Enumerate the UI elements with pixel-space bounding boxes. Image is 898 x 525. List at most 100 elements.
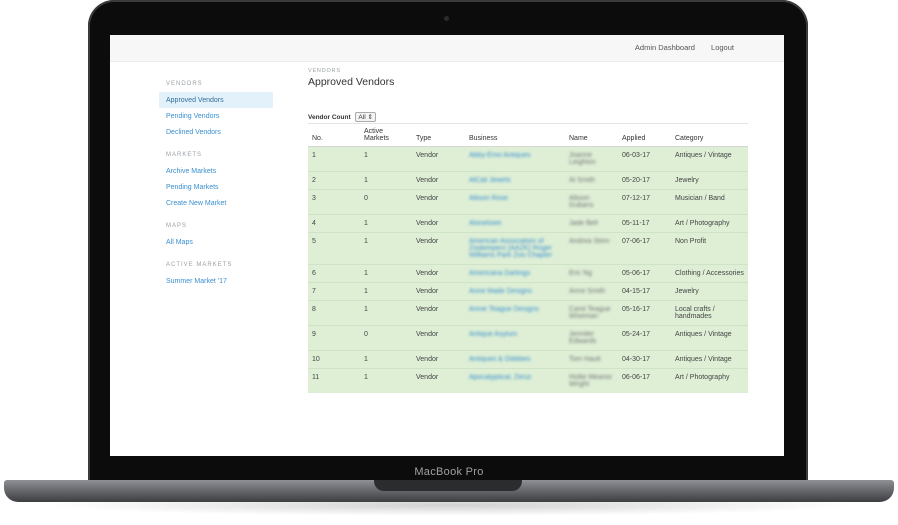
cell-category: Non Profit bbox=[671, 232, 748, 265]
cell-type: Vendor bbox=[412, 282, 465, 301]
cell-category: Art / Photography bbox=[671, 214, 748, 233]
cell-business[interactable]: Allison Rose bbox=[465, 189, 565, 215]
cell-active: 1 bbox=[360, 350, 412, 369]
cell-type: Vendor bbox=[412, 264, 465, 283]
breadcrumb: VENDORS bbox=[308, 68, 341, 74]
cell-name: Allison Gubans bbox=[565, 189, 618, 215]
cell-no: 10 bbox=[308, 350, 360, 369]
cell-no: 4 bbox=[308, 214, 360, 233]
table-row[interactable]: 8 1 Vendor Annie Teague Designs Carol Teague… bbox=[308, 300, 748, 326]
cell-applied: 04-30-17 bbox=[618, 350, 671, 369]
cell-active: 1 bbox=[360, 264, 412, 283]
cell-no: 9 bbox=[308, 325, 360, 351]
cell-applied: 05-11-17 bbox=[618, 214, 671, 233]
cell-active: 1 bbox=[360, 282, 412, 301]
cell-no: 1 bbox=[308, 146, 360, 172]
laptop-notch bbox=[374, 480, 522, 491]
cell-active: 1 bbox=[360, 146, 412, 172]
vendor-count-label: Vendor Count bbox=[308, 114, 351, 121]
cell-applied: 04-15-17 bbox=[618, 282, 671, 301]
cell-name: Andrea Stein bbox=[565, 232, 618, 265]
cell-no: 3 bbox=[308, 189, 360, 215]
cell-applied: 06-03-17 bbox=[618, 146, 671, 172]
column-header-category[interactable]: Category bbox=[671, 123, 748, 147]
table-row[interactable]: 2 1 Vendor AlCali Jewels Al Smith 05-20-17 Jew… bbox=[308, 171, 748, 190]
cell-name: Eric Ng bbox=[565, 264, 618, 283]
cell-name: Tom Hault bbox=[565, 350, 618, 369]
cell-category: Musician / Band bbox=[671, 189, 748, 215]
cell-category: Local crafts / handmades bbox=[671, 300, 748, 326]
sidebar-item-archive-markets[interactable]: Archive Markets bbox=[159, 163, 273, 179]
main-content: VENDORS Approved Vendors Vendor Count Al… bbox=[308, 68, 748, 393]
column-header-active-markets[interactable]: Active Markets bbox=[360, 123, 412, 147]
sidebar-item-approved-vendors[interactable]: Approved Vendors bbox=[159, 92, 273, 108]
table-header-row: No. Active Markets Type Business Name Ap… bbox=[308, 123, 748, 147]
table-row[interactable]: 10 1 Vendor Antiques & Oddities Tom Hault 04-… bbox=[308, 350, 748, 369]
cell-active: 1 bbox=[360, 214, 412, 233]
vendor-count-select[interactable]: All ⇕ bbox=[355, 112, 376, 122]
cell-name: Joanne Leighton bbox=[565, 146, 618, 172]
column-header-no[interactable]: No. bbox=[308, 123, 360, 147]
cell-category: Art / Photography bbox=[671, 368, 748, 393]
table-row[interactable]: 1 1 Vendor Abby-Emo Antiques Joanne Leighton… bbox=[308, 146, 748, 172]
table-row[interactable]: 3 0 Vendor Allison Rose Allison Gubans 07-12-… bbox=[308, 189, 748, 215]
cell-business[interactable]: Americana Darlings bbox=[465, 264, 565, 283]
cell-business[interactable]: Antique Asylum bbox=[465, 325, 565, 351]
cell-category: Antiques / Vintage bbox=[671, 146, 748, 172]
column-header-type[interactable]: Type bbox=[412, 123, 465, 147]
cell-business[interactable]: Anne Made Designs bbox=[465, 282, 565, 301]
cell-category: Clothing / Accessories bbox=[671, 264, 748, 283]
cell-applied: 05-20-17 bbox=[618, 171, 671, 190]
cell-type: Vendor bbox=[412, 368, 465, 393]
cell-active: 1 bbox=[360, 232, 412, 265]
cell-business[interactable]: Antiques & Oddities bbox=[465, 350, 565, 369]
cell-type: Vendor bbox=[412, 300, 465, 326]
cell-no: 2 bbox=[308, 171, 360, 190]
table-row[interactable]: 11 1 Vendor Apocalyptical, Zenzi Hollie Mean… bbox=[308, 368, 748, 393]
cell-type: Vendor bbox=[412, 146, 465, 172]
cell-applied: 06-06-17 bbox=[618, 368, 671, 393]
cell-business[interactable]: Abby-Emo Antiques bbox=[465, 146, 565, 172]
cell-name: Hollie Meanor Wright bbox=[565, 368, 618, 393]
sidebar-item-declined-vendors[interactable]: Declined Vendors bbox=[159, 124, 273, 140]
table-row[interactable]: 7 1 Vendor Anne Made Designs Anne Smith 04-15… bbox=[308, 282, 748, 301]
column-header-applied[interactable]: Applied bbox=[618, 123, 671, 147]
cell-business[interactable]: Alonetown bbox=[465, 214, 565, 233]
cell-no: 6 bbox=[308, 264, 360, 283]
sidebar-item-all-maps[interactable]: All Maps bbox=[159, 234, 273, 250]
sidebar-heading-maps: MAPS bbox=[166, 223, 188, 229]
cell-category: Jewelry bbox=[671, 282, 748, 301]
sidebar-heading-vendors: VENDORS bbox=[166, 81, 203, 87]
admin-dashboard-link[interactable]: Admin Dashboard bbox=[635, 43, 695, 52]
sidebar-heading-markets: MARKETS bbox=[166, 152, 203, 158]
sidebar-item-pending-vendors[interactable]: Pending Vendors bbox=[159, 108, 273, 124]
cell-applied: 07-06-17 bbox=[618, 232, 671, 265]
camera-icon bbox=[444, 16, 449, 21]
sidebar-item-create-new-market[interactable]: Create New Market bbox=[159, 195, 273, 211]
top-nav-links: Admin Dashboard Logout bbox=[621, 43, 734, 52]
cell-applied: 05-24-17 bbox=[618, 325, 671, 351]
table-row[interactable]: 4 1 Vendor Alonetown Jade Bell 05-11-17 Art / … bbox=[308, 214, 748, 233]
cell-business[interactable]: AlCali Jewels bbox=[465, 171, 565, 190]
sidebar-item-summer-market[interactable]: Summer Market '17 bbox=[159, 273, 273, 289]
table-row[interactable]: 5 1 Vendor American Association of Zookeepe… bbox=[308, 232, 748, 265]
cell-business[interactable]: Annie Teague Designs bbox=[465, 300, 565, 326]
cell-no: 7 bbox=[308, 282, 360, 301]
cell-business[interactable]: American Association of Zookeepers (AAZK… bbox=[465, 232, 565, 265]
column-header-name[interactable]: Name bbox=[565, 123, 618, 147]
screen: Admin Dashboard Logout VENDORS Approved … bbox=[110, 35, 784, 456]
table-row[interactable]: 6 1 Vendor Americana Darlings Eric Ng 05-06-1… bbox=[308, 264, 748, 283]
page-title: Approved Vendors bbox=[308, 76, 395, 88]
cell-type: Vendor bbox=[412, 171, 465, 190]
cell-name: Carol Teague Wiseman bbox=[565, 300, 618, 326]
cell-name: Jade Bell bbox=[565, 214, 618, 233]
table-row[interactable]: 9 0 Vendor Antique Asylum Jennifer Edwards 05… bbox=[308, 325, 748, 351]
cell-type: Vendor bbox=[412, 325, 465, 351]
sidebar-item-pending-markets[interactable]: Pending Markets bbox=[159, 179, 273, 195]
cell-business[interactable]: Apocalyptical, Zenzi bbox=[465, 368, 565, 393]
cell-active: 1 bbox=[360, 171, 412, 190]
column-header-business[interactable]: Business bbox=[465, 123, 565, 147]
vendor-count-filter: Vendor Count All ⇕ bbox=[308, 112, 376, 122]
logout-link[interactable]: Logout bbox=[711, 43, 734, 52]
cell-name: Jennifer Edwards bbox=[565, 325, 618, 351]
